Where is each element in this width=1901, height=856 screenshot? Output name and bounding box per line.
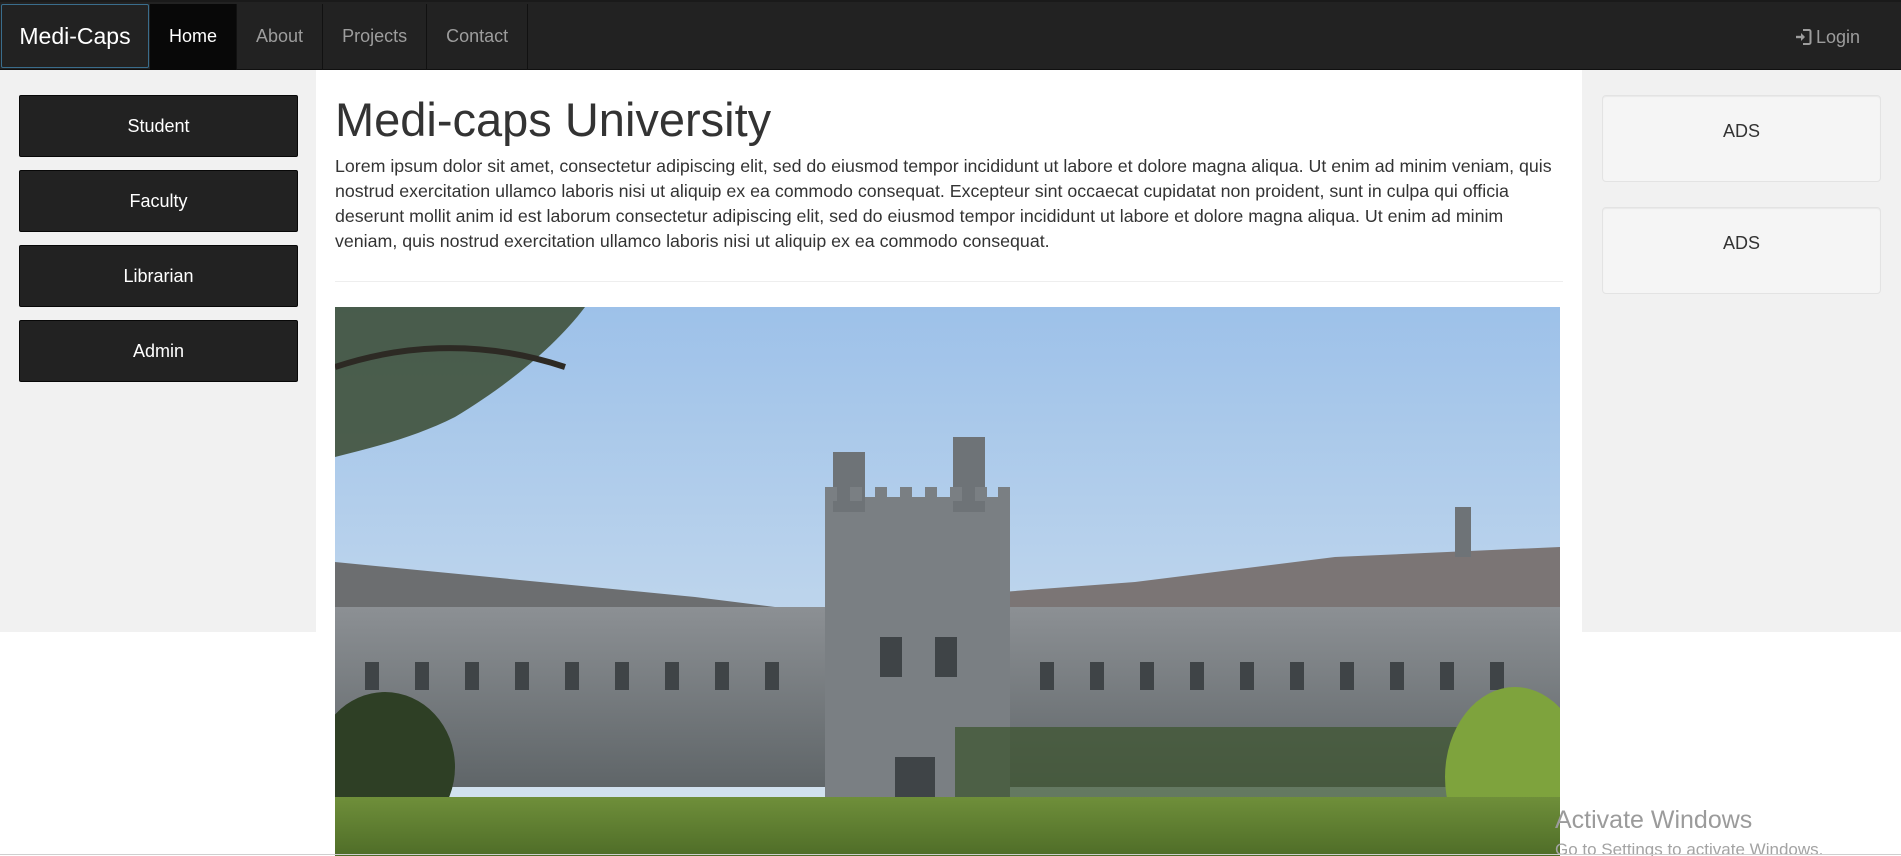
left-sidebar: Student Faculty Librarian Admin bbox=[0, 70, 316, 632]
librarian-button[interactable]: Librarian bbox=[19, 245, 298, 307]
nav-item-projects[interactable]: Projects bbox=[323, 4, 428, 70]
brand-link[interactable]: Medi-Caps bbox=[1, 4, 149, 68]
nav-item-contact[interactable]: Contact bbox=[427, 4, 529, 70]
right-sidebar: ADS ADS bbox=[1582, 70, 1901, 632]
campus-image bbox=[335, 307, 1560, 856]
login-label: Login bbox=[1815, 27, 1860, 47]
nav-item-about[interactable]: About bbox=[237, 4, 324, 70]
page-title: Medi-caps University bbox=[335, 93, 772, 146]
activate-windows-title: Activate Windows bbox=[1555, 806, 1753, 834]
ad-slot[interactable]: ADS bbox=[1602, 207, 1881, 294]
navbar: Medi-Caps Home About Projects Contact Lo… bbox=[0, 0, 1901, 70]
divider bbox=[335, 281, 1563, 282]
log-in-icon bbox=[1794, 28, 1812, 46]
ad-slot[interactable]: ADS bbox=[1602, 95, 1881, 182]
nav-item-home[interactable]: Home bbox=[150, 4, 238, 70]
admin-button[interactable]: Admin bbox=[19, 320, 298, 382]
window-bottom-border bbox=[0, 854, 1901, 855]
nav-menu: Home About Projects Contact bbox=[150, 4, 529, 70]
student-button[interactable]: Student bbox=[19, 95, 298, 157]
intro-paragraph: Lorem ipsum dolor sit amet, consectetur … bbox=[335, 156, 1552, 251]
login-link[interactable]: Login bbox=[1794, 4, 1860, 70]
faculty-button[interactable]: Faculty bbox=[19, 170, 298, 232]
